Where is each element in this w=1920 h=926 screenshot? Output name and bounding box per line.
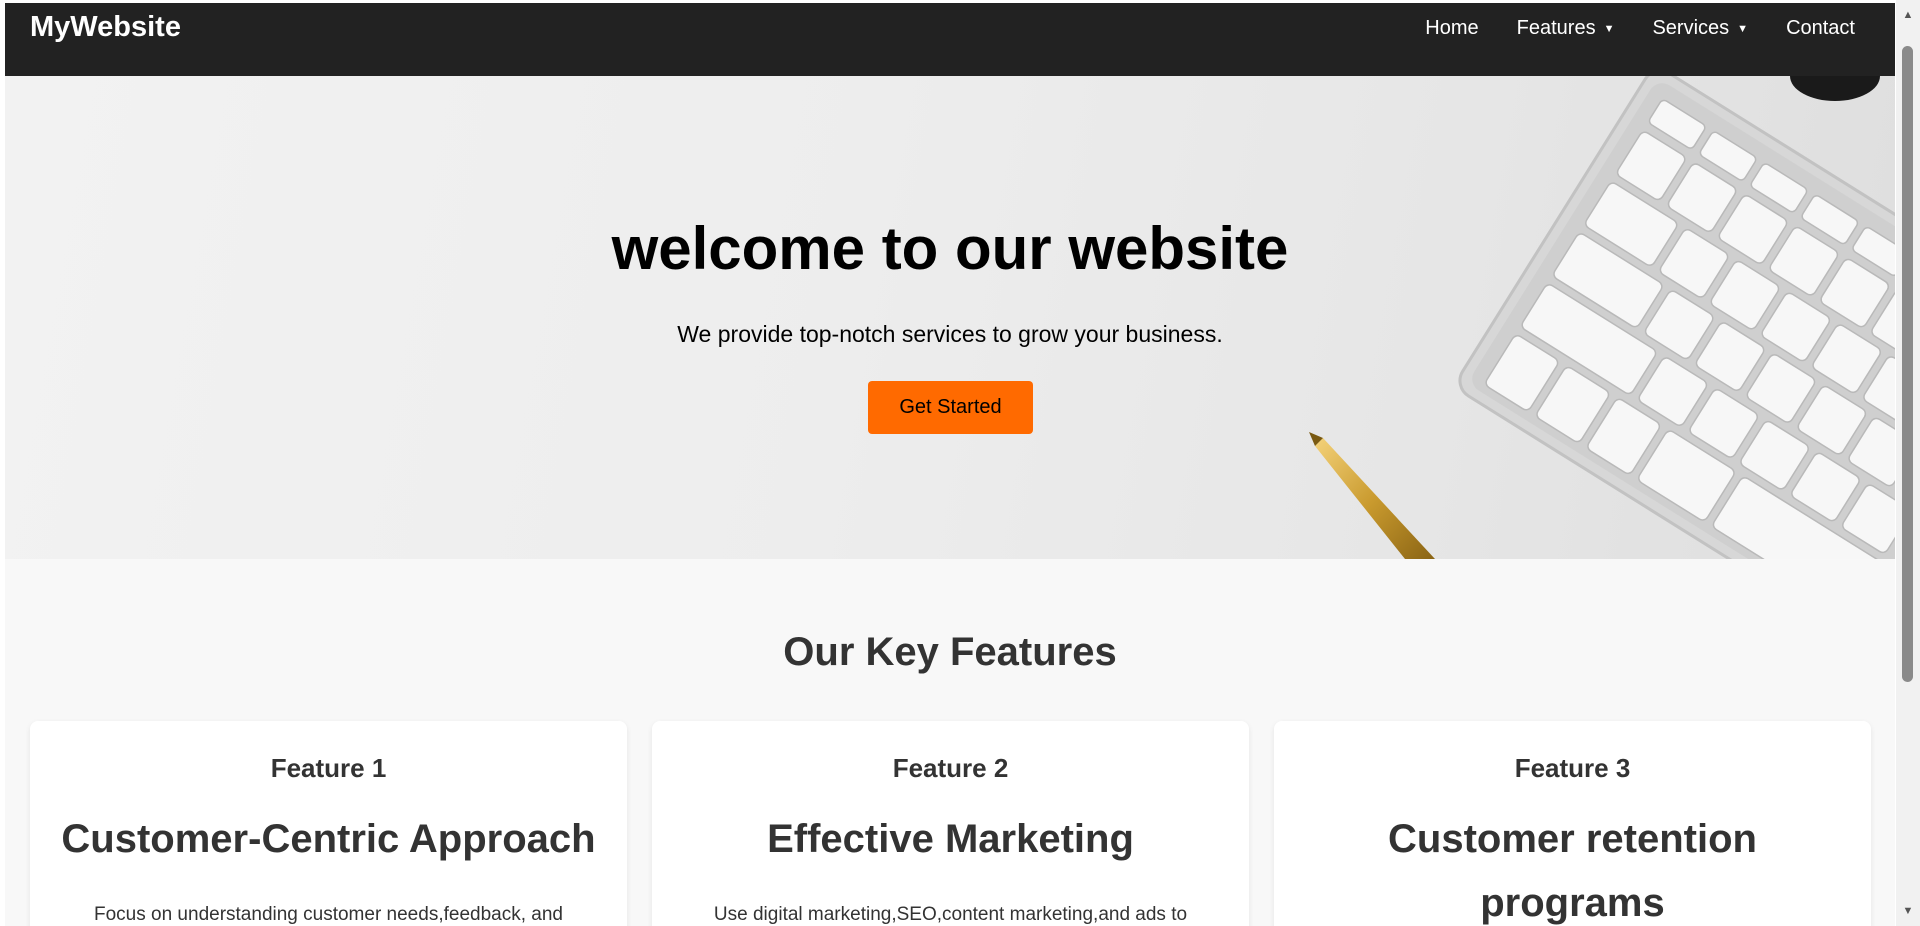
feature-card-1: Feature 1 Customer-Centric Approach Focu… bbox=[30, 721, 627, 926]
nav-home-label: Home bbox=[1425, 17, 1479, 39]
feature-card-label: Feature 3 bbox=[1514, 753, 1631, 783]
caret-down-icon: ▼ bbox=[1737, 22, 1749, 35]
hero-subtitle: We provide top-notch services to grow yo… bbox=[677, 321, 1223, 347]
navbar: MyWebsite Home Features ▼ Services ▼ Con… bbox=[5, 3, 1895, 76]
feature-card-heading: Effective Marketing bbox=[767, 817, 1134, 861]
feature-card-3: Feature 3 Customer retention programs bbox=[1274, 721, 1871, 926]
scroll-down-arrow-icon[interactable]: ▼ bbox=[1896, 902, 1920, 920]
page: MyWebsite Home Features ▼ Services ▼ Con… bbox=[5, 3, 1895, 926]
get-started-button[interactable]: Get Started bbox=[868, 381, 1033, 434]
nav-contact[interactable]: Contact bbox=[1786, 17, 1855, 40]
nav-home[interactable]: Home bbox=[1425, 17, 1478, 40]
feature-card-heading: Customer retention programs bbox=[1388, 817, 1757, 925]
feature-card-label: Feature 1 bbox=[270, 753, 387, 783]
feature-card-text: Focus on understanding customer needs,fe… bbox=[94, 904, 563, 925]
nav-features-label: Features bbox=[1516, 17, 1596, 39]
feature-card-2: Feature 2 Effective Marketing Use digita… bbox=[652, 721, 1249, 926]
scroll-up-arrow-icon[interactable]: ▲ bbox=[1896, 6, 1920, 24]
hero-title: welcome to our website bbox=[611, 215, 1289, 282]
hero-section: welcome to our website We provide top-no… bbox=[5, 76, 1895, 559]
feature-card-heading: Customer-Centric Approach bbox=[61, 817, 596, 861]
vertical-scrollbar[interactable]: ▲ ▼ bbox=[1896, 0, 1920, 926]
nav-services-label: Services bbox=[1652, 17, 1730, 39]
nav-services-dropdown[interactable]: Services ▼ bbox=[1652, 17, 1748, 40]
feature-card-label: Feature 2 bbox=[892, 753, 1009, 783]
scrollbar-thumb[interactable] bbox=[1902, 46, 1913, 682]
feature-card-text: Use digital marketing,SEO,content market… bbox=[713, 904, 1188, 925]
nav-contact-label: Contact bbox=[1786, 17, 1855, 39]
brand-logo[interactable]: MyWebsite bbox=[30, 11, 181, 44]
keyboard-image bbox=[1309, 76, 1895, 559]
caret-down-icon: ▼ bbox=[1603, 22, 1615, 35]
nav-features-dropdown[interactable]: Features ▼ bbox=[1517, 17, 1615, 40]
nav-links: Home Features ▼ Services ▼ Contact bbox=[1425, 17, 1855, 40]
features-title: Our Key Features bbox=[783, 630, 1117, 674]
